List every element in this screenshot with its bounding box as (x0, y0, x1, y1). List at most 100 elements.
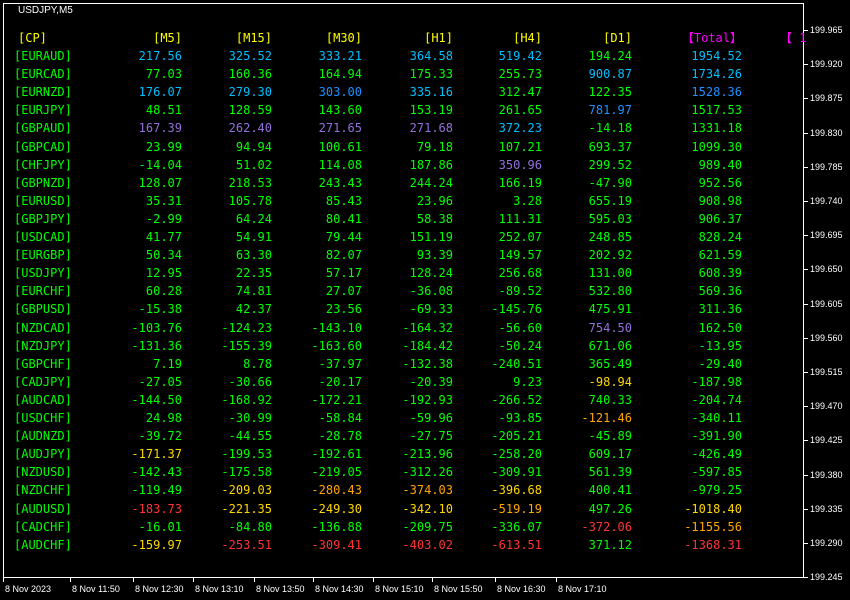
price-tick-mark (804, 337, 808, 339)
table-cell: -426.49 (691, 447, 742, 462)
table-cell: 609.17 (588, 447, 632, 462)
table-cell: 655.19 (588, 193, 632, 208)
table-cell: 781.97 (588, 103, 632, 118)
price-tick-label: 199.965 (810, 25, 843, 35)
table-cell: -14.18 (588, 121, 632, 136)
table-cell: 1517.53 (691, 103, 742, 118)
price-tick-label: 199.605 (810, 298, 843, 309)
table-cell: -29.40 (698, 356, 742, 371)
table-cell: 131.00 (588, 266, 632, 281)
time-tick-mark (313, 578, 314, 582)
table-cell: 569.36 (698, 284, 742, 299)
price-tick-label: 199.560 (810, 332, 843, 343)
price-tick-label: 199.695 (810, 230, 843, 241)
time-tick-label: 8 Nov 15:10 (375, 584, 424, 594)
price-tick-label: 199.470 (810, 401, 843, 412)
table-cell: -1368.31 (684, 537, 742, 552)
price-tick-label: 199.875 (810, 93, 843, 104)
price-tick-mark (804, 30, 808, 31)
table-cell: 202.92 (588, 248, 632, 263)
table-cell: 908.98 (698, 193, 742, 208)
time-tick-mark (373, 578, 374, 582)
table-cell: -372.06 (581, 519, 632, 534)
price-tick-label: 199.245 (810, 572, 843, 583)
price-tick-label: 199.380 (810, 469, 843, 480)
table-cell: 371.12 (588, 537, 632, 552)
price-tick-mark (804, 235, 808, 237)
table-cell: -187.98 (691, 374, 742, 389)
table-cell: 828.24 (698, 230, 742, 244)
table-header: 【Total】 (681, 31, 742, 45)
table-cell: 365.49 (588, 356, 632, 371)
price-tick-mark (804, 269, 808, 271)
table-cell: -204.74 (691, 392, 742, 407)
price-tick-label: 199.515 (810, 367, 843, 377)
table-cell: -597.85 (691, 465, 742, 480)
table-cell: 561.39 (588, 465, 632, 480)
time-tick-label: 8 Nov 14:30 (315, 584, 364, 594)
time-tick-label: 8 Nov 2023 (5, 584, 52, 594)
table-cell: 475.91 (588, 302, 632, 317)
table-cell: 400.41 (588, 483, 632, 498)
table-cell: 900.87 (588, 67, 632, 82)
time-tick-mark (432, 578, 433, 582)
table-cell: 740.33 (588, 392, 632, 407)
time-tick-mark (70, 578, 71, 582)
chart-window[interactable]: USDJPY,M5 [CP] [M5] [M15] [M30] [H1] [H4] [D1]… (0, 0, 850, 600)
price-tick-mark (804, 201, 808, 202)
symbol-timeframe-label: USDJPY,M5 (18, 5, 73, 16)
table-header: [D1] (603, 31, 632, 45)
table-cell: 671.06 (588, 338, 632, 353)
table-header: 【 1 (780, 31, 807, 45)
time-tick-label: 8 Nov 12:30 (135, 584, 184, 594)
price-tick-label: 199.290 (810, 538, 843, 548)
time-tick-mark (133, 578, 134, 582)
price-tick-label: 199.830 (810, 127, 843, 138)
price-tick-mark (804, 132, 808, 134)
table-cell: 906.37 (698, 211, 742, 226)
table-cell: -121.46 (581, 411, 632, 425)
table-cell: 1099.30 (691, 139, 742, 154)
table-header: [CP] (18, 31, 47, 45)
price-tick-label: 199.650 (810, 264, 843, 275)
table-cell: 194.24 (588, 49, 632, 63)
table-cell: 952.56 (698, 175, 742, 190)
table-cell: -1018.40 (684, 501, 742, 516)
table-cell: 1528.36 (691, 85, 742, 100)
price-tick-mark (804, 303, 808, 305)
table-cell: 497.26 (588, 501, 632, 516)
price-tick-mark (804, 543, 808, 544)
table-cell: 248.85 (588, 230, 632, 244)
table-cell: 621.59 (698, 248, 742, 263)
table-cell: 989.40 (698, 157, 742, 172)
price-tick-mark (804, 372, 808, 373)
price-tick-label: 199.425 (810, 435, 843, 446)
table-cell: -391.90 (691, 429, 742, 444)
table-cell: 1331.18 (691, 121, 742, 136)
table-cell: 532.80 (588, 284, 632, 299)
price-tick-label: 199.740 (810, 196, 843, 206)
table-cell: -98.94 (588, 374, 632, 389)
time-tick-mark (495, 578, 496, 582)
time-tick-mark (254, 578, 255, 582)
time-tick-label: 8 Nov 13:10 (195, 584, 244, 594)
price-tick-mark (804, 577, 808, 579)
price-tick-mark (804, 98, 808, 100)
table-cell: 754.50 (588, 320, 632, 335)
table-cell: -979.25 (691, 483, 742, 498)
time-tick-label: 8 Nov 16:30 (497, 584, 546, 594)
table-cell: 299.52 (588, 157, 632, 172)
price-tick-label: 199.920 (810, 59, 843, 70)
table-cell: 1954.52 (691, 49, 742, 63)
time-tick-mark (193, 578, 194, 582)
table-cell: 1734.26 (691, 67, 742, 82)
table-cell: 311.36 (698, 302, 742, 317)
table-cell: 595.03 (588, 211, 632, 226)
time-tick-label: 8 Nov 15:50 (434, 584, 483, 594)
price-tick-label: 199.785 (810, 161, 843, 172)
table-cell: 122.35 (588, 85, 632, 100)
time-tick-mark (556, 578, 557, 582)
price-tick-mark (804, 474, 808, 476)
price-tick-mark (804, 166, 808, 168)
time-tick-label: 8 Nov 17:10 (558, 584, 607, 594)
